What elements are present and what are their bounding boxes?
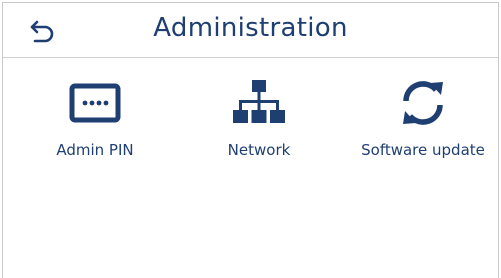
network-tile[interactable]: Network: [184, 75, 334, 171]
network-icon: [233, 75, 285, 131]
refresh-icon: [397, 75, 449, 131]
screen-frame: Administration Admin PIN Network Softwar…: [2, 2, 499, 278]
admin-pin-label: Admin PIN: [56, 141, 134, 159]
header-bar: Administration: [3, 3, 498, 58]
admin-pin-tile[interactable]: Admin PIN: [20, 75, 170, 171]
page-title: Administration: [153, 13, 348, 43]
pin-keypad-icon: [69, 75, 121, 131]
software-update-label: Software update: [361, 141, 485, 159]
software-update-tile[interactable]: Software update: [348, 75, 498, 171]
network-label: Network: [227, 141, 291, 159]
